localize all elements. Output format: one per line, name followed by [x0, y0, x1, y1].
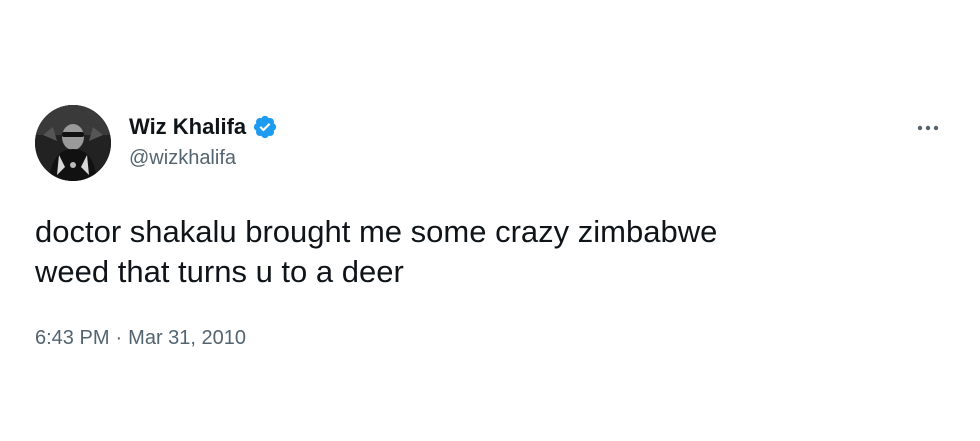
- display-name[interactable]: Wiz Khalifa: [129, 114, 246, 140]
- profile-photo: [35, 105, 111, 181]
- username-handle[interactable]: @wizkhalifa: [129, 147, 236, 170]
- avatar[interactable]: [35, 105, 111, 181]
- author-name-row: Wiz Khalifa: [129, 112, 278, 142]
- tweet-date[interactable]: Mar 31, 2010: [128, 327, 246, 350]
- more-options-icon: [917, 125, 939, 131]
- tweet-card: Wiz Khalifa @wizkhalifa doctor shakalu b…: [0, 0, 980, 441]
- tweet-time[interactable]: 6:43 PM: [35, 327, 109, 350]
- tweet-timestamp: 6:43 PM · Mar 31, 2010: [35, 327, 246, 350]
- more-options-button[interactable]: [914, 114, 942, 142]
- verified-badge-icon: [252, 114, 278, 140]
- meta-separator: ·: [115, 327, 123, 349]
- tweet-text: doctor shakalu brought me some crazy zim…: [35, 214, 718, 289]
